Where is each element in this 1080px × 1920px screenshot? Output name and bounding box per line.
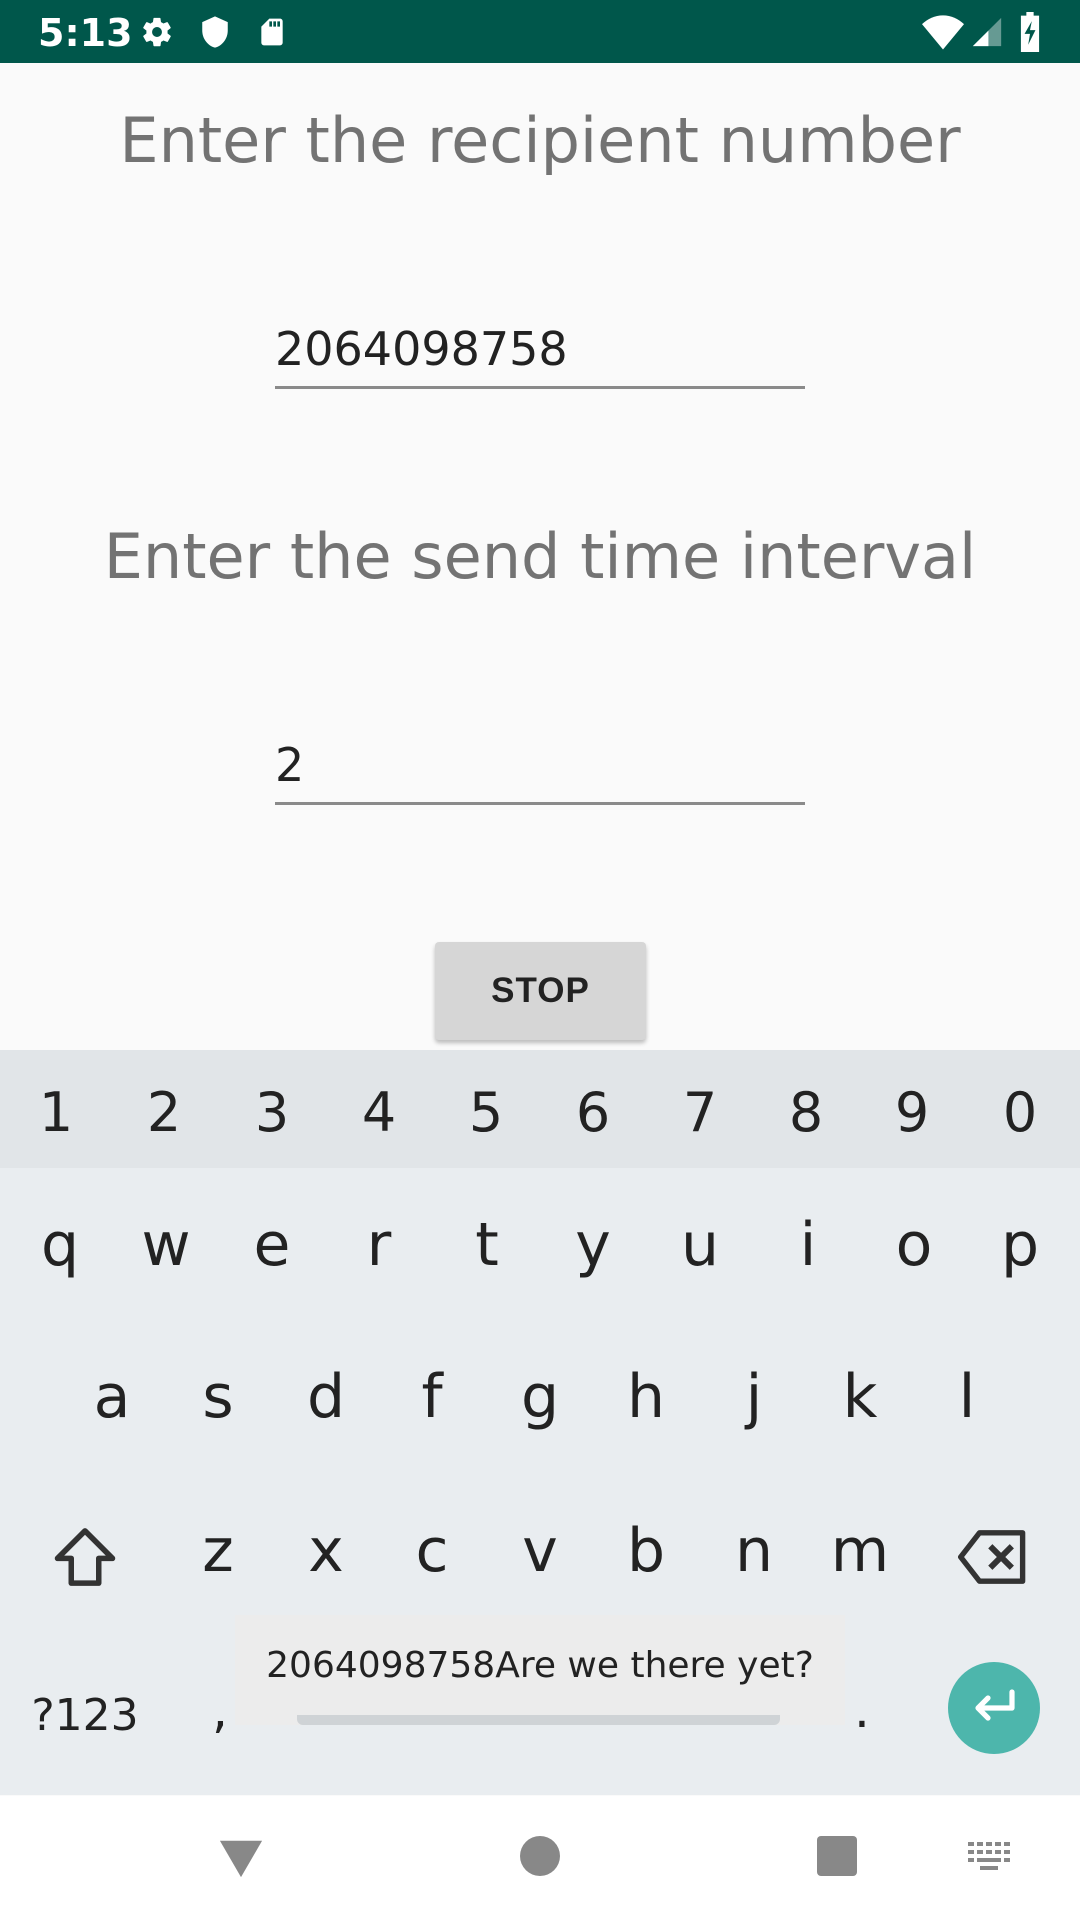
key-j[interactable]: j [700, 1342, 808, 1452]
key-t[interactable]: t [433, 1190, 541, 1300]
spacebar[interactable] [297, 1715, 780, 1725]
number-row: 1 2 3 4 5 6 7 8 9 0 [0, 1050, 1080, 1168]
recipient-prompt: Enter the recipient number [119, 104, 961, 177]
key-y[interactable]: y [539, 1190, 647, 1300]
key-x[interactable]: x [272, 1496, 380, 1606]
key-n[interactable]: n [700, 1496, 808, 1606]
key-u[interactable]: u [646, 1190, 754, 1300]
status-bar: 5:13 [0, 0, 1080, 63]
key-5[interactable]: 5 [432, 1068, 540, 1158]
key-b[interactable]: b [592, 1496, 700, 1606]
key-s[interactable]: s [164, 1342, 272, 1452]
sd-card-icon [261, 18, 283, 46]
key-4[interactable]: 4 [325, 1068, 433, 1158]
backspace-icon[interactable] [958, 1530, 1028, 1584]
stop-button[interactable]: STOP [435, 942, 646, 1040]
key-0[interactable]: 0 [966, 1068, 1074, 1158]
signal-icon [972, 17, 1002, 47]
key-o[interactable]: o [860, 1190, 968, 1300]
interval-field[interactable] [275, 732, 805, 805]
wifi-icon [922, 15, 964, 50]
key-r[interactable]: r [325, 1190, 433, 1300]
key-a[interactable]: a [58, 1342, 166, 1452]
key-9[interactable]: 9 [858, 1068, 966, 1158]
recipient-number-field[interactable] [275, 316, 805, 389]
status-time: 5:13 [38, 11, 133, 55]
key-v[interactable]: v [486, 1496, 594, 1606]
home-icon[interactable] [520, 1836, 560, 1876]
key-q[interactable]: q [6, 1190, 114, 1300]
suggestion-text: 2064098758Are we there yet? [266, 1645, 814, 1686]
symbols-key[interactable]: ?123 [20, 1676, 150, 1756]
key-6[interactable]: 6 [539, 1068, 647, 1158]
key-c[interactable]: c [378, 1496, 486, 1606]
interval-prompt: Enter the send time interval [103, 520, 977, 593]
keyboard-switch-icon[interactable] [968, 1842, 1010, 1870]
key-p[interactable]: p [966, 1190, 1074, 1300]
key-z[interactable]: z [164, 1496, 272, 1606]
key-3[interactable]: 3 [218, 1068, 326, 1158]
key-g[interactable]: g [486, 1342, 594, 1452]
enter-icon [975, 1689, 1015, 1721]
recents-icon[interactable] [817, 1836, 857, 1876]
key-w[interactable]: w [112, 1190, 220, 1300]
key-2[interactable]: 2 [110, 1068, 218, 1158]
back-icon[interactable] [218, 1836, 264, 1880]
recipient-number-input[interactable] [275, 322, 805, 376]
key-l[interactable]: l [913, 1342, 1021, 1452]
key-i[interactable]: i [754, 1190, 862, 1300]
key-7[interactable]: 7 [646, 1068, 754, 1158]
settings-icon [143, 17, 171, 47]
key-d[interactable]: d [272, 1342, 380, 1452]
key-h[interactable]: h [592, 1342, 700, 1452]
key-1[interactable]: 1 [2, 1068, 110, 1158]
suggestion-chip[interactable]: 2064098758Are we there yet? [235, 1615, 845, 1725]
enter-button[interactable] [948, 1662, 1040, 1754]
key-m[interactable]: m [806, 1496, 914, 1606]
key-k[interactable]: k [806, 1342, 914, 1452]
interval-input[interactable] [275, 738, 805, 792]
shield-icon [202, 16, 228, 48]
key-e[interactable]: e [218, 1190, 326, 1300]
key-f[interactable]: f [378, 1342, 486, 1452]
shift-icon[interactable] [52, 1526, 118, 1588]
navigation-bar [0, 1796, 1080, 1920]
battery-icon [1020, 12, 1040, 52]
key-8[interactable]: 8 [752, 1068, 860, 1158]
